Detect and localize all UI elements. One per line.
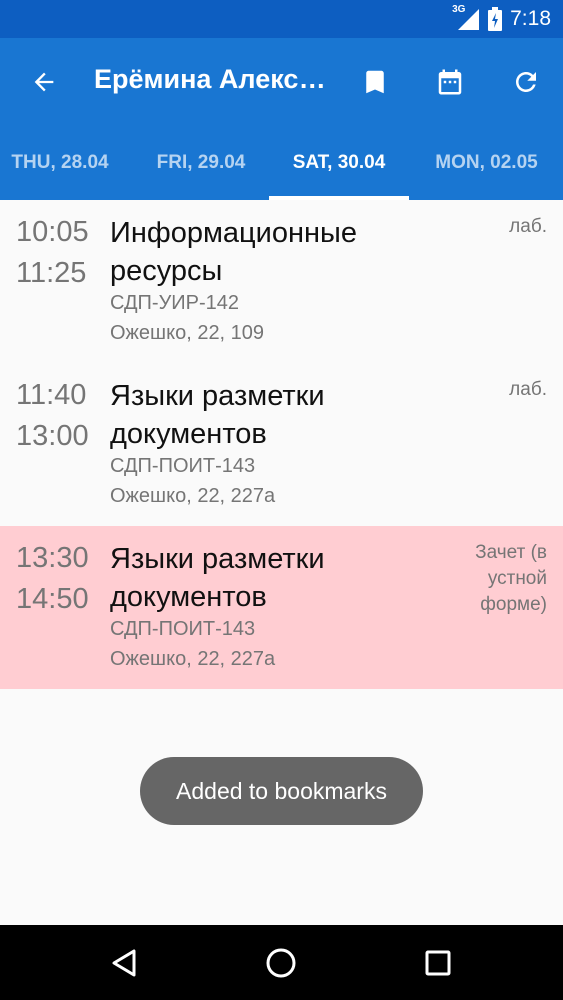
back-button[interactable] — [22, 60, 66, 104]
lesson-item[interactable]: 10:05 11:25 Информационные ресурсы СДП-У… — [0, 200, 563, 363]
lesson-group: СДП-ПОИТ-143 — [110, 618, 256, 640]
nav-back-button[interactable] — [103, 941, 147, 985]
lesson-room: Ожешко, 22, 227а — [110, 648, 276, 670]
tab-fri[interactable]: FRI, 29.04 — [141, 126, 261, 200]
lesson-start-time: 10:05 — [16, 216, 89, 248]
lesson-group: СДП-ПОИТ-143 — [110, 455, 256, 477]
lesson-end-time: 14:50 — [16, 583, 89, 615]
bookmark-button[interactable] — [353, 60, 397, 104]
nav-recents-button[interactable] — [416, 941, 460, 985]
date-tabs: THU, 28.04 FRI, 29.04 SAT, 30.04 MON, 02… — [0, 126, 563, 200]
triangle-back-icon — [112, 949, 136, 977]
calendar-icon — [438, 69, 462, 95]
lesson-start-time: 11:40 — [16, 379, 87, 411]
circle-home-icon — [266, 948, 296, 978]
lesson-subject: Информационные ресурсы — [110, 217, 357, 287]
lesson-end-time: 13:00 — [16, 420, 89, 452]
system-nav-bar — [0, 925, 563, 1000]
network-label: 3G — [452, 4, 466, 15]
square-recents-icon — [425, 950, 451, 976]
bookmark-icon — [366, 70, 384, 94]
battery-icon — [488, 7, 503, 31]
signal-icon: 3G — [452, 4, 480, 31]
lesson-subject: Языки разметки документов — [110, 380, 325, 450]
clock: 7:18 — [510, 7, 551, 30]
status-icons: 3G 7:18 — [452, 0, 551, 38]
lesson-room: Ожешко, 22, 109 — [110, 322, 265, 344]
tab-mon[interactable]: MON, 02.05 — [420, 126, 553, 200]
page-title: Ерёмина Александра — [94, 64, 334, 94]
lesson-subject: Языки разметки документов — [110, 543, 325, 613]
lesson-end-time: 11:25 — [16, 257, 87, 289]
refresh-button[interactable] — [504, 60, 548, 104]
lesson-type: лаб. — [509, 216, 547, 237]
app-bar: Ерёмина Александра THU, 28.04 FRI, 29.04… — [0, 38, 563, 200]
tab-sat[interactable]: SAT, 30.04 — [269, 126, 409, 200]
lesson-start-time: 13:30 — [16, 542, 89, 574]
arrow-back-icon — [34, 72, 54, 92]
toast-message: Added to bookmarks — [140, 757, 423, 825]
tab-thu[interactable]: THU, 28.04 — [0, 126, 120, 200]
refresh-icon — [516, 72, 536, 92]
lesson-group: СДП-УИР-142 — [110, 292, 240, 314]
lesson-item[interactable]: 11:40 13:00 Языки разметки документов СД… — [0, 363, 563, 526]
nav-home-button[interactable] — [259, 941, 303, 985]
lesson-room: Ожешко, 22, 227а — [110, 485, 276, 507]
lesson-item-exam[interactable]: 13:30 14:50 Языки разметки документов СД… — [0, 526, 563, 689]
calendar-button[interactable] — [428, 60, 472, 104]
status-bar: 3G 7:18 — [0, 0, 563, 38]
toolbar: Ерёмина Александра — [0, 38, 563, 126]
lesson-type: лаб. — [509, 379, 547, 400]
lesson-type: Зачет (в устной форме) — [475, 542, 547, 615]
